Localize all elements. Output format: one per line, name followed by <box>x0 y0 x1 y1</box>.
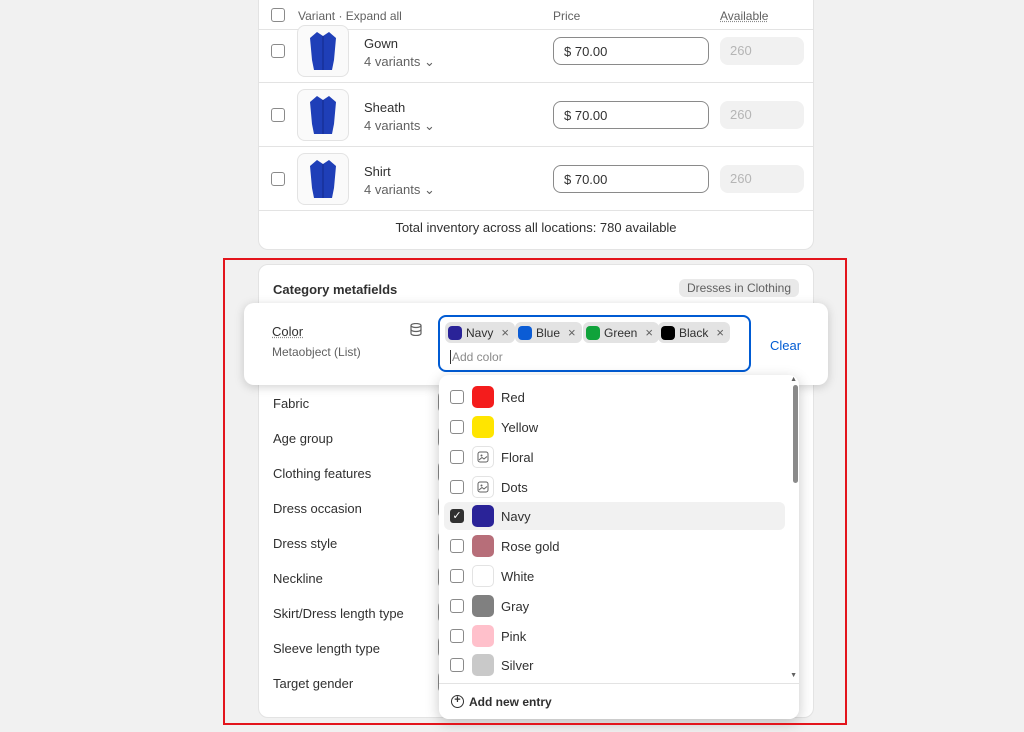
total-inventory: Total inventory across all locations: 78… <box>395 220 677 235</box>
variant-row-gown[interactable]: Gown 4 variants ⌄ $ 70.00 260 <box>259 19 813 83</box>
price-input[interactable]: $ 70.00 <box>553 37 709 65</box>
dress-shirt-icon <box>310 96 336 134</box>
product-thumbnail <box>297 25 349 77</box>
product-thumbnail <box>297 89 349 141</box>
row-checkbox[interactable] <box>271 44 285 58</box>
dress-shirt-icon <box>310 160 336 198</box>
variants-card: Variant · Expand all Price Available Gow… <box>258 0 814 250</box>
variant-count-toggle[interactable]: 4 variants ⌄ <box>364 182 435 198</box>
variant-count-toggle[interactable]: 4 variants ⌄ <box>364 118 435 134</box>
dress-shirt-icon <box>310 32 336 70</box>
available-input: 260 <box>720 101 804 129</box>
highlight-outline <box>223 258 847 725</box>
variant-name: Shirt <box>364 164 391 179</box>
row-checkbox[interactable] <box>271 172 285 186</box>
variant-count-toggle[interactable]: 4 variants ⌄ <box>364 54 435 70</box>
available-input: 260 <box>720 37 804 65</box>
price-input[interactable]: $ 70.00 <box>553 165 709 193</box>
variant-name: Gown <box>364 36 398 51</box>
variant-row-sheath[interactable]: Sheath 4 variants ⌄ $ 70.00 260 <box>259 83 813 147</box>
product-thumbnail <box>297 153 349 205</box>
variant-name: Sheath <box>364 100 406 115</box>
price-input[interactable]: $ 70.00 <box>553 101 709 129</box>
available-input: 260 <box>720 165 804 193</box>
variant-row-shirt[interactable]: Shirt 4 variants ⌄ $ 70.00 260 <box>259 147 813 211</box>
row-checkbox[interactable] <box>271 108 285 122</box>
